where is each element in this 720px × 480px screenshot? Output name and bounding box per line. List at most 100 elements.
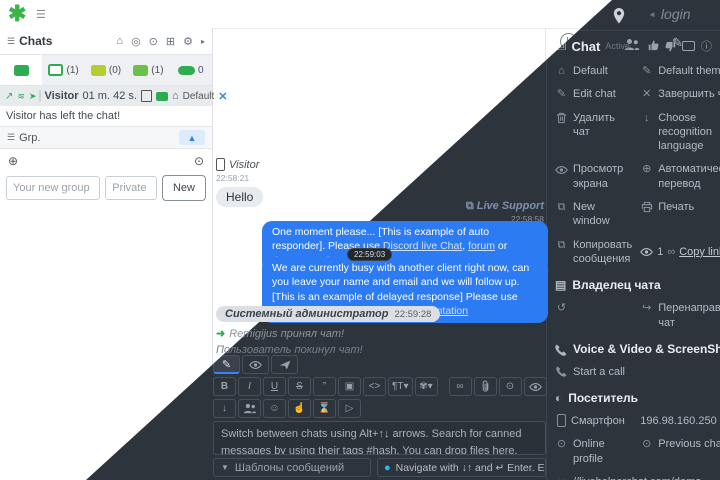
tab-active-chats[interactable] [0,55,43,85]
strike-button[interactable]: S [288,377,311,396]
menu-label: Печать [658,201,695,214]
private-group-input[interactable] [105,176,157,200]
online-profile-link[interactable]: ⊙ Online profile [555,437,632,466]
chat-icon[interactable] [155,91,168,101]
quote-button[interactable]: ” [313,377,336,396]
emoji-shape-button[interactable]: ✾▾ [414,377,438,396]
chat-bubble-icon [13,64,29,76]
menu-item-close-chat[interactable]: ✕ Завершить чат [640,87,720,101]
preview-eye-button[interactable] [523,377,547,396]
action-toolbar: ↓ ☺ ☝ ⌛ ▷ [213,399,361,418]
menu-item-screen-view[interactable]: Просмотр экрана [555,162,632,191]
forum-link[interactable]: forum [468,240,495,252]
expand-icon[interactable]: ⊞ [166,35,175,48]
invite-operator-button[interactable] [238,399,261,418]
owner-section-header: ▤ Владелец чата [555,278,720,292]
copy-link-label[interactable]: Copy link [679,245,720,259]
tab-closed-chats[interactable]: (1) [127,55,169,85]
tab-preview[interactable] [242,355,269,374]
message-text: We are currently busy with another clien… [272,262,530,303]
menu-item-default-theme[interactable]: ✎ Default theme [640,64,720,78]
menu-label: Default [573,65,608,77]
add-user-icon[interactable]: ⊕ [8,154,18,168]
raise-hand-button[interactable]: ☝ [288,399,311,418]
smiley-button[interactable]: ☺ [263,399,286,418]
info-icon[interactable]: ⓘ [701,38,712,54]
visitor-ip: 196.98.160.250 [640,414,720,428]
underline-button[interactable]: U [263,377,286,396]
app-logo-icon[interactable]: ✱ [8,1,26,27]
menu-item-recognition-language[interactable]: ↓ Choose recognition language [640,111,720,154]
menu-label: Choose recognition language [658,111,713,153]
home-icon[interactable]: ⌂ [116,35,123,47]
home-icon[interactable]: ⌂ [172,90,179,102]
menu-item-edit-chat[interactable]: ✎ Edit chat [555,87,632,101]
send-button[interactable]: ▷ [338,399,361,418]
tab-count: (0) [108,64,122,76]
previous-chats-link[interactable]: ⊙ Previous chats [640,437,720,466]
printer-icon [640,200,653,214]
image-button[interactable]: ▣ [338,377,361,396]
login-link[interactable]: ◄ login [648,6,691,22]
thumbs-down-icon[interactable] [665,37,676,55]
location-pin-icon[interactable] [613,7,625,25]
message-input[interactable]: Switch between chats using Alt+↑↓ arrows… [213,421,546,455]
device-cell: Смартфон [555,414,632,428]
location-icon[interactable]: ◎ [131,35,141,48]
chats-header-icons: ⌂ ◎ ⊙ ⊞ ⚙ ▸ [116,35,205,48]
code-button[interactable]: <> [363,377,386,396]
clock-icon[interactable]: ⊙ [149,35,158,48]
tab-online-visitors[interactable]: 0 [170,55,212,85]
new-group-button[interactable]: New [161,175,206,201]
thumbs-up-icon[interactable] [648,37,659,55]
chat-accepted-note: ➜ Remigijus принял чат! [216,327,440,341]
delay-button[interactable]: ⌛ [313,399,336,418]
italic-button[interactable]: I [238,377,261,396]
redirect-chat-button[interactable]: ↪ Перенаправить чат [640,301,720,330]
tab-whisper[interactable] [271,355,298,374]
tab-transfer-chats[interactable]: (0) [85,55,127,85]
scroll-down-button[interactable]: ↓ [213,399,236,418]
bold-button[interactable]: B [213,377,236,396]
phone-icon [555,342,567,356]
attach-file-button[interactable] [473,377,497,396]
collapse-left-icon: ◄ [648,9,656,19]
start-call-button[interactable]: Start a call [555,365,720,379]
menu-icon[interactable]: ☰ [36,8,46,21]
visitor-page-url[interactable]: ∞ //livehelperchat.com/demo-12ch.html [555,475,720,480]
close-chat-icon[interactable]: ✕ [218,90,227,103]
menu-item-print[interactable]: Печать [640,200,720,229]
menu-item-auto-translate[interactable]: ⊕ Автоматический перевод [640,162,720,191]
door-icon[interactable] [140,90,152,102]
visitors-icon [178,65,196,75]
history-clock-icon[interactable]: ⊙ [194,154,204,168]
visitor-chat-bubble: Hello [216,187,264,207]
menu-label: Копировать сообщения [573,238,633,265]
canned-messages-button[interactable]: ⊙ [498,377,522,396]
tab-pending-chats[interactable]: (1) [42,55,84,85]
group-name-input[interactable] [6,176,101,200]
message-author: Visitor [229,158,260,171]
templates-dropdown[interactable]: ▼ Шаблоны сообщений [213,458,371,477]
collapse-button[interactable]: ▲ [179,130,205,145]
link-button[interactable]: ∞ [448,377,472,396]
info-icon: ⊙ [642,438,652,451]
owner-history-button[interactable]: ↺ [555,301,632,330]
navigate-hint: Navigate with ↓↑ and ↵ Enter. Esc to q [395,461,545,474]
menu-item-copy-messages[interactable]: ⧉ Копировать сообщения [555,238,633,267]
text-size-button[interactable]: ¶T▾ [388,377,413,396]
settings-gear-icon[interactable]: ⚙ [183,35,193,48]
visitor-list-row[interactable]: ↗ ≋ ➤ Visitor 01 m. 42 s. ⌂ Default ✕ [0,86,228,106]
menu-item-delete-chat[interactable]: Удалить чат [555,111,632,154]
wifi-icon: ≋ [17,90,25,101]
voice-section-header: Voice & Video & ScreenShare [555,342,720,356]
list-icon: ☰ [7,132,16,142]
copy-link-cell[interactable]: 1 ∞ Copy link [640,238,720,267]
menu-label: Default theme [658,65,720,77]
chevron-right-icon[interactable]: ▸ [201,37,205,46]
card-icon: ▤ [555,278,567,293]
feedback-bubble-icon[interactable] [682,41,695,51]
menu-item-new-window[interactable]: ⧉ New window [555,200,632,229]
menu-item-default[interactable]: ⌂ Default [555,64,632,78]
discord-link[interactable]: Discord live Chat [383,240,462,252]
